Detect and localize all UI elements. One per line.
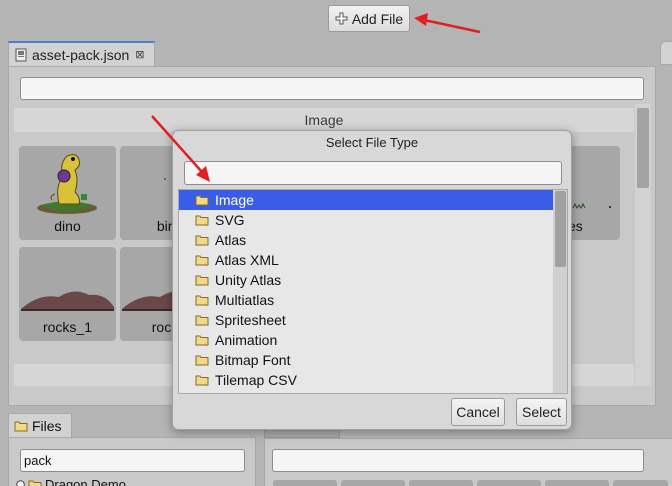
- list-scrollbar-thumb[interactable]: [555, 191, 566, 267]
- folder-icon: [195, 235, 209, 246]
- tab-asset-pack[interactable]: asset-pack.json ⊠: [8, 41, 155, 66]
- collapse-icon[interactable]: [16, 480, 25, 486]
- add-file-label: Add File: [351, 10, 404, 27]
- dino-sprite: [37, 154, 97, 214]
- tree-item-project[interactable]: Dragon Demo: [16, 477, 126, 486]
- list-item-multiatlas[interactable]: Multiatlas: [179, 290, 553, 310]
- list-item-label: Tilemap CSV: [215, 372, 297, 388]
- list-item-image[interactable]: Image: [179, 190, 553, 210]
- folder-icon: [195, 275, 209, 286]
- list-item-atlas[interactable]: Atlas: [179, 230, 553, 250]
- add-file-button[interactable]: Add File: [328, 5, 410, 32]
- folder-icon: [195, 335, 209, 346]
- list-item-label: Image: [215, 192, 254, 208]
- inspector-tile[interactable]: [341, 480, 405, 486]
- inspector-filter-input[interactable]: [272, 449, 644, 472]
- tab-files[interactable]: Files: [8, 413, 72, 437]
- asset-tile-rocks-1[interactable]: rocks_1: [19, 247, 116, 341]
- folder-icon: [195, 295, 209, 306]
- right-panel-tab-stub[interactable]: [660, 41, 672, 65]
- tab-close-icon[interactable]: ⊠: [135, 48, 144, 61]
- list-item-spritesheet[interactable]: Spritesheet: [179, 310, 553, 330]
- editor-scrollbar-thumb[interactable]: [637, 108, 649, 188]
- inspector-tile[interactable]: [273, 480, 337, 486]
- list-item-svg[interactable]: SVG: [179, 210, 553, 230]
- list-item-label: SVG: [215, 212, 245, 228]
- tile-label: rocks_1: [42, 319, 93, 335]
- arrow-to-add-file: [414, 13, 481, 34]
- inspector-tile[interactable]: [477, 480, 541, 486]
- inspector-tile[interactable]: [545, 480, 609, 486]
- file-type-list[interactable]: Image SVG Atlas Atlas XML Unity Atlas Mu…: [178, 189, 568, 394]
- folder-icon: [195, 375, 209, 386]
- list-item-label: Multiatlas: [215, 292, 275, 308]
- files-filter-input[interactable]: pack: [20, 449, 245, 472]
- list-item-label: Atlas XML: [215, 252, 279, 268]
- inspector-tile[interactable]: [613, 480, 668, 486]
- list-item-label: Atlas: [215, 232, 247, 248]
- list-item-label: Spritesheet: [215, 312, 286, 328]
- folder-icon: [195, 195, 209, 206]
- asset-filter-input[interactable]: [20, 77, 644, 100]
- list-item-atlas-xml[interactable]: Atlas XML: [179, 250, 553, 270]
- tree-item-label: Dragon Demo: [45, 477, 126, 486]
- files-tab-label: Files: [32, 417, 62, 434]
- folder-icon: [195, 315, 209, 326]
- folder-icon: [195, 255, 209, 266]
- tile-label: dino: [54, 218, 81, 234]
- folder-icon: [14, 421, 28, 431]
- list-item-animation[interactable]: Animation: [179, 330, 553, 350]
- dialog-title: Select File Type: [325, 135, 419, 150]
- asset-tile-dino[interactable]: dino: [19, 146, 116, 240]
- section-header-image[interactable]: Image: [14, 108, 634, 132]
- folder-icon: [195, 215, 209, 226]
- dialog-search-input[interactable]: [184, 161, 562, 185]
- list-item-label: Animation: [215, 332, 278, 348]
- list-item-tilemap-csv[interactable]: Tilemap CSV: [179, 370, 553, 390]
- file-icon: [15, 48, 27, 61]
- list-item-unity-atlas[interactable]: Unity Atlas: [179, 270, 553, 290]
- folder-icon: [28, 480, 42, 486]
- cancel-button[interactable]: Cancel: [451, 398, 505, 426]
- list-item-label: Unity Atlas: [215, 272, 282, 288]
- select-button[interactable]: Select: [516, 398, 567, 426]
- folder-icon: [195, 355, 209, 366]
- list-item-label: Bitmap Font: [215, 352, 291, 368]
- tab-title: asset-pack.json: [32, 46, 130, 63]
- plus-icon: [335, 12, 348, 25]
- rocks-sprite: [21, 291, 114, 311]
- list-item-bitmap-font[interactable]: Bitmap Font: [179, 350, 553, 370]
- inspector-tile[interactable]: [409, 480, 473, 486]
